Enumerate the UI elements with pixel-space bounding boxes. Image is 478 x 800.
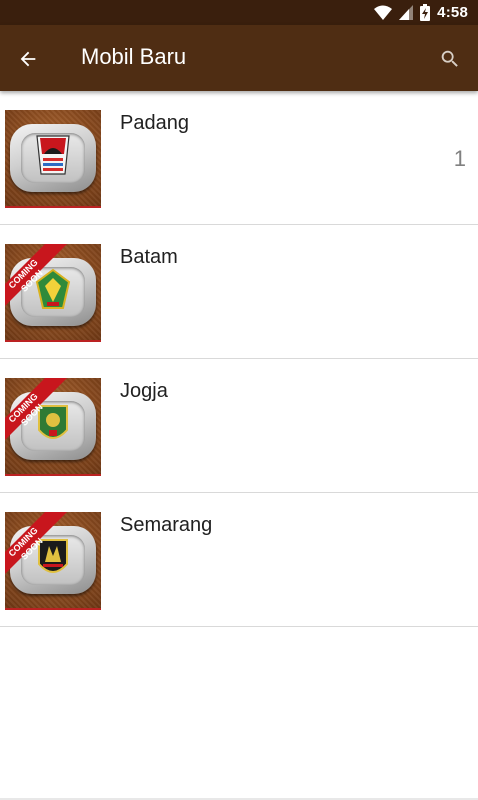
list-item-padang[interactable]: Padang 1 <box>0 91 478 225</box>
list-item-title: Jogja <box>120 380 168 402</box>
city-thumbnail: COMING SOON <box>5 244 101 342</box>
list-item-title: Padang <box>120 112 189 134</box>
app-bar: Mobil Baru <box>0 25 478 91</box>
list-item-batam[interactable]: COMING SOON Batam <box>0 225 478 359</box>
city-thumbnail <box>5 110 101 208</box>
coming-soon-ribbon: COMING SOON <box>5 378 67 440</box>
coming-soon-ribbon: COMING SOON <box>5 512 67 574</box>
back-button[interactable] <box>14 45 42 73</box>
page-title: Mobil Baru <box>81 44 187 69</box>
list-item-count: 1 <box>453 146 466 171</box>
status-time: 4:58 <box>437 3 468 21</box>
list-item-jogja[interactable]: COMING SOON Jogja <box>0 359 478 493</box>
search-icon <box>441 50 458 67</box>
city-thumbnail: COMING SOON <box>5 378 101 476</box>
status-bar: 4:58 <box>0 0 478 25</box>
wifi-icon <box>374 5 393 20</box>
arrow-back-icon <box>20 51 36 67</box>
coming-soon-ribbon: COMING SOON <box>5 244 67 306</box>
city-list: Padang 1 COMING SOON Batam COMING SOON J… <box>0 91 478 627</box>
list-item-title: Batam <box>120 246 178 268</box>
status-icons: 4:58 <box>374 3 468 21</box>
battery-charging-icon <box>420 3 431 21</box>
search-button[interactable] <box>436 45 464 73</box>
city-thumbnail: COMING SOON <box>5 512 101 610</box>
list-item-semarang[interactable]: COMING SOON Semarang <box>0 493 478 627</box>
signal-icon <box>399 4 414 20</box>
padang-emblem-icon <box>36 135 70 175</box>
list-item-title: Semarang <box>120 514 213 536</box>
